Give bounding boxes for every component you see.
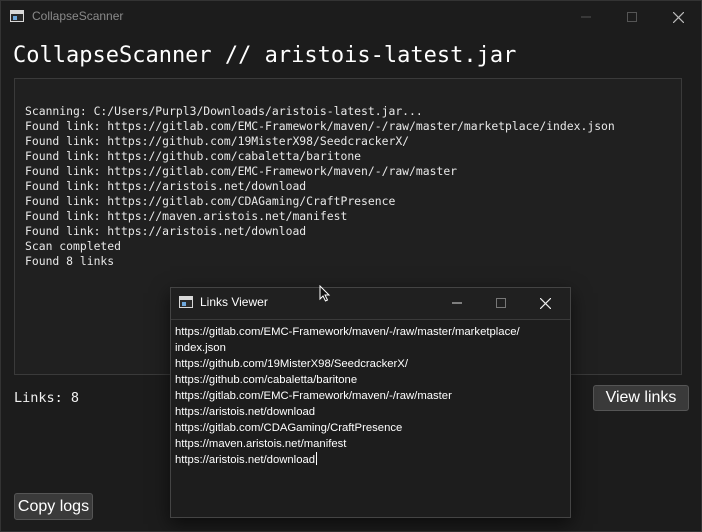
- log-line: Scanning: C:/Users/Purpl3/Downloads/aris…: [25, 104, 423, 118]
- log-line: Found link: https://maven.aristois.net/m…: [25, 209, 348, 223]
- links-viewer-dialog: Links Viewer https://gitlab.com/EMC-Fram…: [170, 287, 571, 518]
- dialog-close-button[interactable]: [523, 288, 567, 318]
- page-title: CollapseScanner // aristois-latest.jar: [13, 43, 517, 68]
- dialog-title-bar[interactable]: Links Viewer: [171, 288, 570, 318]
- minimize-button[interactable]: [563, 1, 609, 33]
- log-line: Found link: https://gitlab.com/EMC-Frame…: [25, 164, 458, 178]
- link-line: https://github.com/cabaletta/baritone: [175, 374, 358, 386]
- log-line: Found 8 links: [25, 254, 115, 268]
- close-button[interactable]: [655, 1, 701, 33]
- window-title: CollapseScanner: [32, 9, 124, 23]
- dialog-minimize-button[interactable]: [435, 288, 479, 318]
- mouse-pointer-icon: [319, 285, 331, 302]
- log-line: Found link: https://github.com/cabaletta…: [25, 149, 362, 163]
- link-line: https://maven.aristois.net/manifest: [175, 438, 347, 450]
- link-line: https://gitlab.com/EMC-Framework/maven/-…: [175, 326, 520, 338]
- link-line-last: https://aristois.net/download: [175, 452, 318, 468]
- copy-logs-button[interactable]: Copy logs: [14, 493, 93, 520]
- maximize-icon: [496, 298, 506, 308]
- log-line: Found link: https://github.com/19MisterX…: [25, 134, 410, 148]
- link-text: https://aristois.net/download: [175, 454, 316, 466]
- close-icon: [539, 297, 551, 309]
- link-line: https://aristois.net/download: [175, 406, 316, 418]
- log-line: Scan completed: [25, 239, 122, 253]
- link-line: https://github.com/19MisterX98/Seedcrack…: [175, 358, 408, 370]
- dialog-title: Links Viewer: [200, 295, 268, 309]
- maximize-button[interactable]: [609, 1, 655, 33]
- app-window-icon: [10, 10, 24, 22]
- dialog-app-icon: [179, 296, 193, 308]
- link-line: index.json: [175, 342, 226, 354]
- text-caret: [316, 452, 318, 465]
- maximize-icon: [627, 12, 637, 22]
- link-line: https://gitlab.com/EMC-Framework/maven/-…: [175, 390, 452, 402]
- title-bar[interactable]: CollapseScanner: [1, 1, 701, 33]
- log-line: Found link: https://aristois.net/downloa…: [25, 179, 307, 193]
- links-text-area[interactable]: https://gitlab.com/EMC-Framework/maven/-…: [171, 319, 570, 517]
- log-line: Found link: https://gitlab.com/EMC-Frame…: [25, 119, 615, 133]
- log-line: Found link: https://gitlab.com/CDAGaming…: [25, 194, 396, 208]
- minimize-icon: [452, 302, 462, 304]
- close-icon: [672, 11, 684, 23]
- log-line: Found link: https://aristois.net/downloa…: [25, 224, 307, 238]
- link-line: https://gitlab.com/CDAGaming/CraftPresen…: [175, 422, 403, 434]
- view-links-button[interactable]: View links: [593, 385, 689, 411]
- links-count-label: Links: 8: [14, 390, 80, 406]
- minimize-icon: [581, 16, 591, 18]
- dialog-maximize-button[interactable]: [479, 288, 523, 318]
